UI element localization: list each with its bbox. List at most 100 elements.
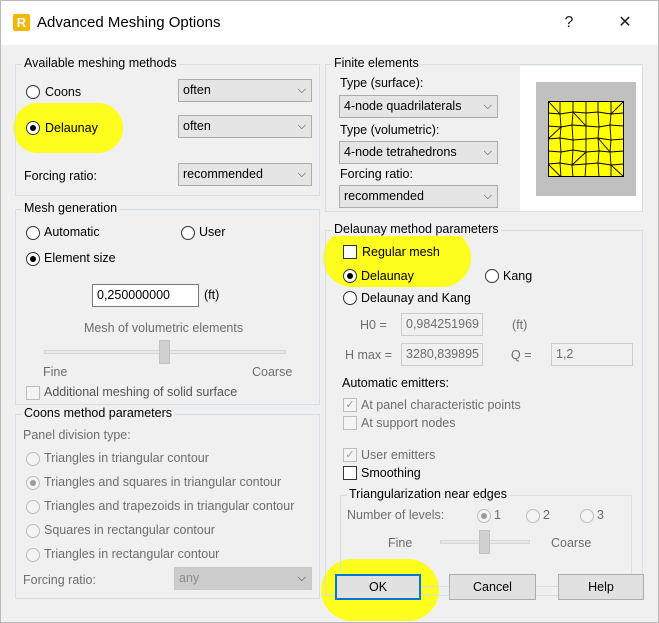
cancel-button[interactable]: Cancel	[449, 574, 536, 600]
chevron-down-icon: ⌵	[483, 100, 492, 112]
group-title: Available meshing methods	[22, 56, 179, 70]
coons-option-label[interactable]: Triangles and trapezoids in triangular c…	[44, 499, 294, 513]
surface-type-label: Type (surface):	[340, 76, 424, 90]
q-input[interactable]: 1,2	[551, 343, 633, 366]
support-nodes-checkbox[interactable]	[343, 416, 357, 430]
ok-button[interactable]: OK	[335, 574, 421, 600]
panel-points-label[interactable]: At panel characteristic points	[361, 398, 521, 412]
automatic-label[interactable]: Automatic	[44, 225, 100, 239]
kang-label[interactable]: Kang	[503, 269, 532, 283]
additional-meshing-checkbox[interactable]	[26, 386, 40, 400]
volumetric-type-select[interactable]: 4-node tetrahedrons ⌵	[339, 141, 498, 164]
fe-forcing-label: Forcing ratio:	[340, 167, 413, 181]
coons-frequency-select[interactable]: often ⌵	[178, 79, 312, 102]
edge-slider-thumb[interactable]	[479, 530, 490, 554]
automatic-radio[interactable]	[26, 226, 40, 240]
select-value: recommended	[183, 167, 263, 181]
delaunay-frequency-select[interactable]: often ⌵	[178, 115, 312, 138]
user-label[interactable]: User	[199, 225, 225, 239]
group-title: Coons method parameters	[22, 406, 174, 420]
coons-option-label[interactable]: Squares in rectangular contour	[44, 523, 215, 537]
close-icon[interactable]: ✕	[613, 11, 637, 35]
level-3-label[interactable]: 3	[597, 508, 604, 522]
element-size-radio[interactable]	[26, 252, 40, 266]
available-methods-group: Available meshing methods Coons often ⌵ D…	[15, 56, 320, 196]
group-title: Triangularization near edges	[347, 487, 509, 501]
fine-label: Fine	[43, 365, 68, 379]
volumetric-slider-thumb[interactable]	[159, 340, 170, 364]
mesh-preview-frame	[536, 82, 636, 196]
select-value: 4-node tetrahedrons	[344, 145, 457, 159]
smoothing-label[interactable]: Smoothing	[361, 466, 421, 480]
coons-option-label[interactable]: Triangles in triangular contour	[44, 451, 209, 465]
panel-division-label: Panel division type:	[23, 428, 131, 442]
coons-label[interactable]: Coons	[45, 85, 81, 99]
user-emitters-label[interactable]: User emitters	[361, 448, 435, 462]
delaunay-kang-label[interactable]: Delaunay and Kang	[361, 291, 471, 305]
surface-type-select[interactable]: 4-node quadrilaterals ⌵	[339, 95, 498, 118]
coons-radio[interactable]	[26, 85, 40, 99]
user-radio[interactable]	[181, 226, 195, 240]
level-2-label[interactable]: 2	[543, 508, 550, 522]
select-value: any	[179, 571, 200, 585]
level-3-radio[interactable]	[580, 509, 594, 523]
fe-forcing-select[interactable]: recommended ⌵	[339, 185, 498, 208]
additional-meshing-label[interactable]: Additional meshing of solid surface	[44, 385, 237, 399]
delaunay-label[interactable]: Delaunay	[45, 121, 98, 135]
coons-forcing-select[interactable]: any ⌵	[174, 567, 312, 590]
coons-option-radio[interactable]	[26, 548, 40, 562]
regular-mesh-label[interactable]: Regular mesh	[362, 245, 440, 259]
coons-option-radio[interactable]	[26, 524, 40, 538]
help-icon[interactable]: ?	[557, 11, 581, 35]
coons-forcing-label: Forcing ratio:	[23, 573, 96, 587]
group-title: Mesh generation	[22, 201, 120, 215]
support-nodes-label[interactable]: At support nodes	[361, 416, 456, 430]
user-emitters-checkbox[interactable]: ✓	[343, 448, 357, 462]
delaunay-algo-label[interactable]: Delaunay	[361, 269, 414, 283]
app-logo-icon: R	[13, 14, 30, 31]
delaunay-kang-radio[interactable]	[343, 291, 357, 305]
delaunay-radio[interactable]	[26, 121, 40, 135]
regular-mesh-checkbox[interactable]	[343, 245, 357, 259]
group-title: Finite elements	[332, 56, 421, 70]
mesh-preview-image	[548, 101, 624, 177]
coons-option-label[interactable]: Triangles in rectangular contour	[44, 547, 219, 561]
h0-unit: (ft)	[512, 318, 528, 332]
hmax-input[interactable]: 3280,839895	[401, 343, 483, 366]
kang-radio[interactable]	[485, 269, 499, 283]
coons-option-radio[interactable]	[26, 500, 40, 514]
forcing-ratio-label: Forcing ratio:	[24, 169, 97, 183]
delaunay-algo-radio[interactable]	[343, 269, 357, 283]
level-1-label[interactable]: 1	[494, 508, 501, 522]
chevron-down-icon: ⌵	[297, 84, 306, 96]
coons-option-label[interactable]: Triangles and squares in triangular cont…	[44, 475, 281, 489]
volumetric-type-label: Type (volumetric):	[340, 123, 440, 137]
advanced-meshing-dialog: R Advanced Meshing Options ? ✕ Available…	[0, 0, 659, 623]
select-value: often	[183, 119, 211, 133]
h0-label: H0 =	[360, 318, 387, 332]
level-1-radio[interactable]	[477, 509, 491, 523]
chevron-down-icon: ⌵	[483, 146, 492, 158]
chevron-down-icon: ⌵	[297, 120, 306, 132]
select-value: recommended	[344, 189, 424, 203]
h0-input[interactable]: 0,984251969	[401, 313, 483, 336]
select-value: often	[183, 83, 211, 97]
delaunay-params-group: Delaunay method parameters Regular mesh …	[325, 222, 643, 596]
panel-points-checkbox[interactable]: ✓	[343, 398, 357, 412]
chevron-down-icon: ⌵	[297, 168, 306, 180]
forcing-ratio-select[interactable]: recommended ⌵	[178, 163, 312, 186]
mesh-generation-group: Mesh generation Automatic User Element s…	[15, 201, 320, 405]
window-title: Advanced Meshing Options	[37, 14, 221, 31]
level-2-radio[interactable]	[526, 509, 540, 523]
help-button[interactable]: Help	[558, 574, 644, 600]
coons-option-radio[interactable]	[26, 476, 40, 490]
chevron-down-icon: ⌵	[297, 572, 306, 584]
element-size-input[interactable]: 0,250000000	[92, 284, 199, 307]
group-title: Delaunay method parameters	[332, 222, 501, 236]
smoothing-checkbox[interactable]	[343, 466, 357, 480]
element-size-label[interactable]: Element size	[44, 251, 116, 265]
coarse-label: Coarse	[551, 536, 592, 550]
coarse-label: Coarse	[252, 365, 293, 379]
coons-option-radio[interactable]	[26, 452, 40, 466]
select-value: 4-node quadrilaterals	[344, 99, 462, 113]
